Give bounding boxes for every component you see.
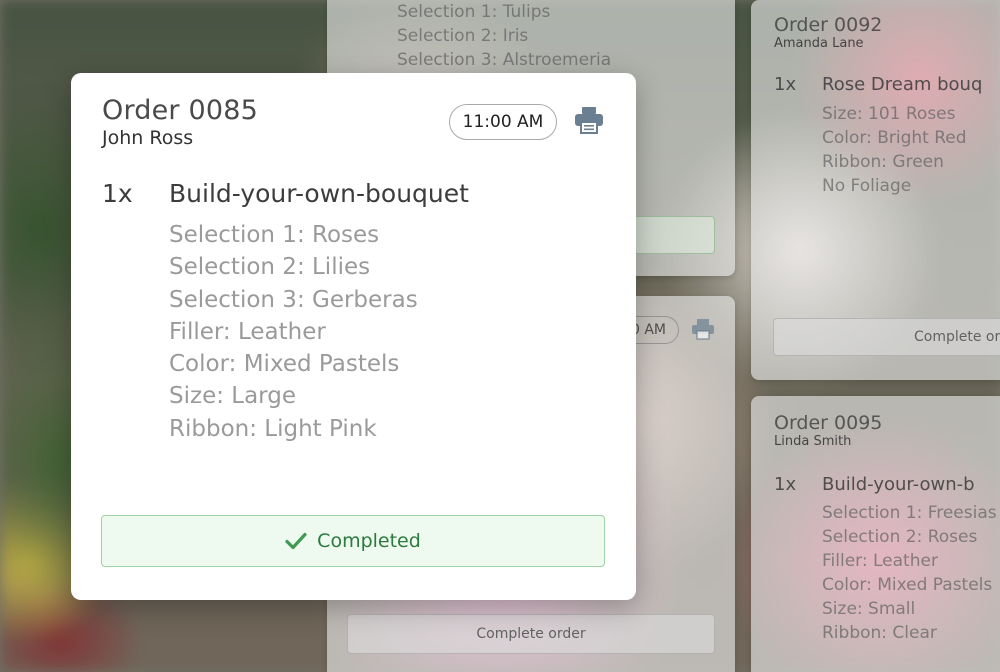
order-card-background-right-bottom: Order 0095 Linda Smith 1x Build-your-own… — [751, 396, 1000, 672]
detail-line: Color: Bright Red — [822, 128, 967, 148]
order-details: Selection 1: Roses Selection 2: Lilies S… — [169, 219, 418, 445]
item-quantity: 1x — [102, 179, 133, 208]
detail-line: Size: Small — [822, 599, 916, 619]
detail-line: Color: Mixed Pastels — [822, 575, 993, 595]
detail-line: Ribbon: Clear — [822, 623, 937, 643]
customer-name: Amanda Lane — [774, 36, 864, 51]
item-name: Rose Dream bouq — [822, 74, 983, 95]
detail-line: Selection 3: Alstroemeria — [397, 50, 612, 70]
detail-line: Size: Large — [169, 383, 296, 410]
order-card-background-right-top: Order 0092 Amanda Lane 1x Rose Dream bou… — [751, 0, 1000, 380]
complete-order-button[interactable]: Complete ord — [773, 318, 1000, 356]
order-title: Order 0095 — [774, 412, 883, 434]
order-details: Selection 1: Freesias Selection 2: Roses… — [822, 501, 997, 645]
pickup-time-pill[interactable]: 11:00 AM — [449, 104, 557, 140]
item-quantity: 1x — [774, 74, 797, 95]
detail-line: Selection 2: Lilies — [169, 254, 371, 281]
order-card-focused: Order 0085 John Ross 11:00 AM 1x Build-y… — [71, 73, 636, 600]
printer-icon[interactable] — [691, 318, 715, 344]
order-title: Order 0085 — [102, 95, 259, 126]
detail-line: Selection 2: Iris — [397, 26, 529, 46]
item-name: Build-your-own-b — [822, 474, 975, 495]
detail-line: Filler: Leather — [822, 551, 938, 571]
order-details: Selection 1: Tulips Selection 2: Iris Se… — [397, 0, 611, 72]
detail-line: Ribbon: Green — [822, 152, 944, 172]
checkmark-icon — [285, 532, 307, 550]
detail-line: Selection 3: Gerberas — [169, 286, 418, 313]
detail-line: Selection 1: Freesias — [822, 503, 997, 523]
item-name: Build-your-own-bouquet — [169, 179, 469, 208]
item-quantity: 1x — [774, 474, 797, 495]
printer-icon[interactable] — [574, 106, 606, 136]
customer-name: John Ross — [102, 127, 194, 149]
order-title: Order 0092 — [774, 14, 883, 36]
customer-name: Linda Smith — [774, 434, 852, 449]
detail-line: Color: Mixed Pastels — [169, 351, 400, 378]
completed-label: Completed — [317, 530, 421, 552]
detail-line: Size: 101 Roses — [822, 104, 956, 124]
detail-line: No Foliage — [822, 176, 912, 196]
completed-button[interactable]: Completed — [101, 515, 605, 567]
detail-line: Selection 1: Tulips — [397, 2, 551, 22]
detail-line: Filler: Leather — [169, 318, 326, 345]
order-details: Size: 101 Roses Color: Bright Red Ribbon… — [822, 102, 967, 198]
detail-line: Ribbon: Light Pink — [169, 415, 377, 442]
detail-line: Selection 2: Roses — [822, 527, 978, 547]
complete-order-button[interactable]: Complete order — [347, 614, 715, 654]
detail-line: Selection 1: Roses — [169, 222, 380, 248]
